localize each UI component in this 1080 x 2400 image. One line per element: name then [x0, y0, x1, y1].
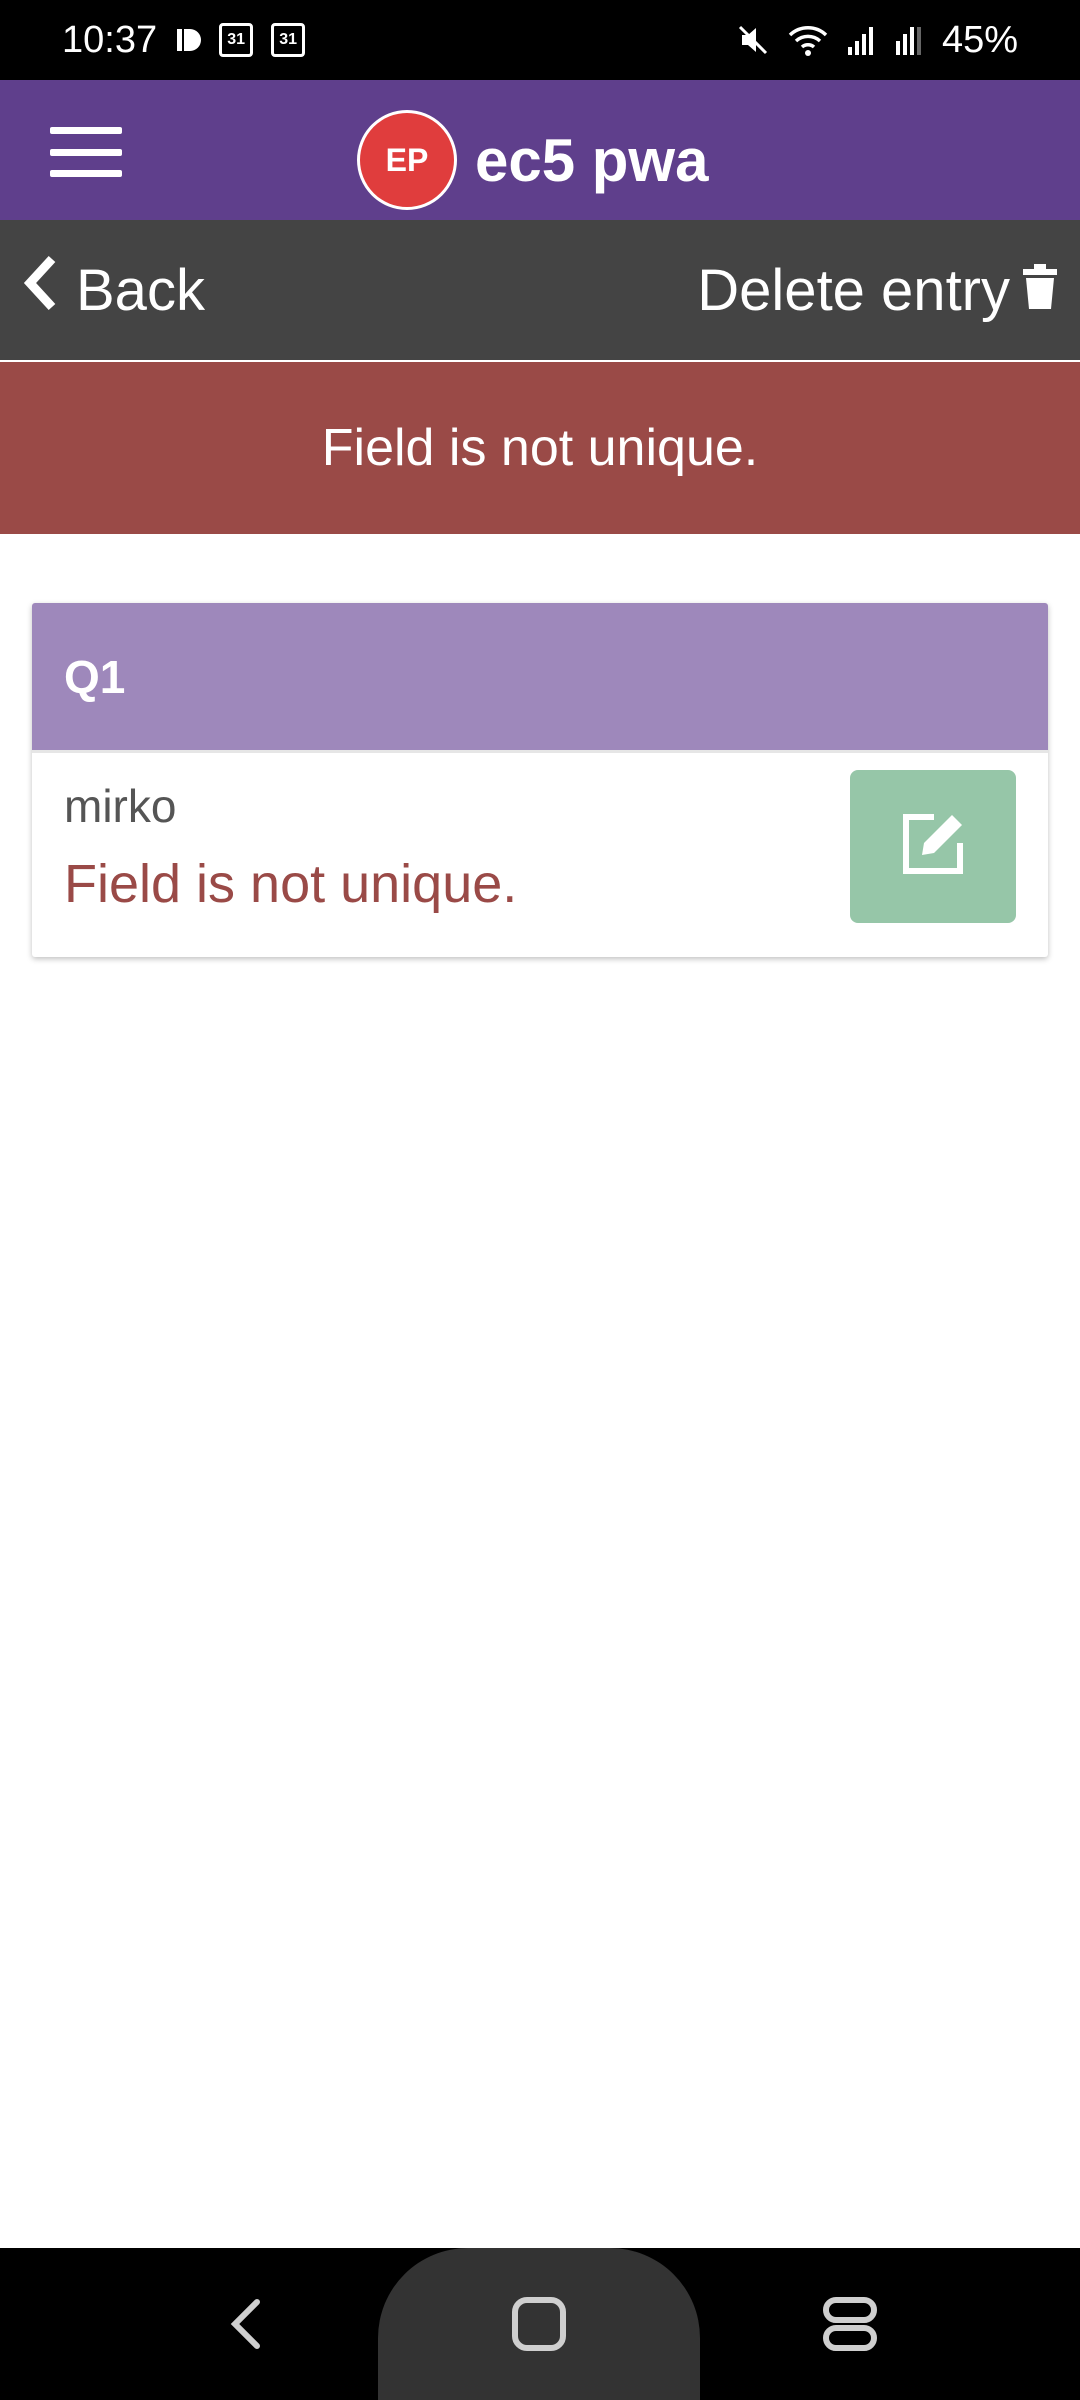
app-d-icon — [175, 25, 202, 55]
screen: 10:37 31 31 45% EP ec5 pwa Back Delete e… — [0, 0, 1080, 2400]
home-icon[interactable] — [494, 2248, 584, 2400]
error-banner: Field is not unique. — [0, 362, 1080, 534]
recents-icon[interactable] — [805, 2248, 895, 2400]
calendar-icon: 31 — [219, 23, 254, 57]
nav-bar: Back Delete entry — [0, 220, 1080, 360]
back-icon[interactable] — [200, 2248, 290, 2400]
question-title: Q1 — [32, 603, 1048, 753]
system-nav-bar — [0, 2248, 1080, 2400]
mute-icon — [736, 23, 770, 57]
hamburger-menu-icon[interactable] — [50, 127, 122, 177]
brand: EP ec5 pwa — [357, 110, 708, 210]
trash-icon — [1022, 257, 1058, 324]
status-bar: 10:37 31 31 45% — [0, 0, 1080, 80]
signal-icon — [846, 23, 876, 57]
back-button[interactable]: Back — [22, 255, 205, 323]
signal-r-icon — [894, 23, 924, 57]
field-error-message: Field is not unique. — [64, 854, 518, 914]
wifi-icon — [788, 23, 828, 57]
edit-icon — [900, 811, 966, 882]
back-label: Back — [76, 257, 205, 323]
app-title: ec5 pwa — [475, 126, 709, 194]
calendar-icon: 31 — [271, 23, 306, 57]
status-right: 45% — [736, 19, 1018, 62]
delete-entry-button[interactable]: Delete entry — [697, 258, 1058, 323]
answer-value: mirko — [64, 780, 177, 832]
chevron-left-icon — [22, 255, 58, 325]
edit-answer-button[interactable] — [850, 770, 1016, 923]
status-left: 10:37 31 31 — [62, 18, 306, 62]
question-card: Q1 mirko Field is not unique. — [32, 603, 1048, 957]
app-header: EP ec5 pwa — [0, 80, 1080, 220]
delete-entry-label: Delete entry — [697, 257, 1010, 323]
brand-logo: EP — [357, 110, 457, 210]
card-body: mirko Field is not unique. — [32, 753, 1048, 957]
battery-percent: 45% — [941, 18, 1018, 61]
status-time: 10:37 — [62, 18, 158, 61]
